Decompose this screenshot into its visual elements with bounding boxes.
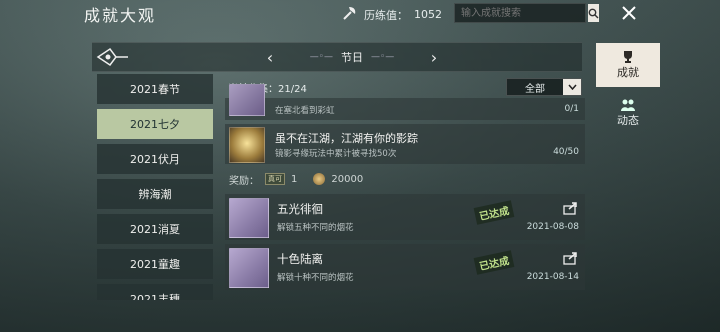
close-icon: [622, 6, 636, 20]
sidebar-item-bianhaichao[interactable]: 辨海潮: [97, 179, 213, 209]
sidebar-item-label: 2021七夕: [130, 118, 180, 131]
experience-label: 历练值：: [364, 8, 408, 22]
festival-sidebar: 2021春节 2021七夕 2021伏月 辨海潮 2021消夏 2021童趣 2…: [97, 74, 213, 300]
tab-activity[interactable]: 动态: [596, 91, 660, 135]
prev-category-button[interactable]: ‹: [262, 48, 278, 67]
sidebar-item-fuyue[interactable]: 2021伏月: [97, 144, 213, 174]
people-icon: [621, 99, 635, 111]
category-header: ‹ —◦— 节日 —◦— ›: [92, 42, 582, 72]
completed-stamp: 已达成: [473, 200, 515, 225]
list-item[interactable]: 虽不在江湖，江湖有你的影踪 镜影寻缘玩法中累计被寻找50次 40/50: [225, 124, 585, 164]
list-item[interactable]: 在塞北看到彩虹 0/1: [225, 84, 585, 120]
list-item[interactable]: 十色陆离 解锁十种不同的烟花 已达成 2021-08-14: [225, 244, 585, 290]
category-label-group: —◦— 节日 —◦—: [310, 49, 395, 65]
page-title: 成就大观: [84, 6, 157, 25]
sidebar-item-tongqu[interactable]: 2021童趣: [97, 249, 213, 279]
trophy-icon: [624, 51, 632, 63]
sidebar-item-label: 2021春节: [130, 83, 180, 96]
search-box: [454, 3, 599, 23]
tab-achievements-label: 成就: [617, 66, 639, 79]
achievement-list: 当前收集：21/24 全部 在塞北看到彩虹 0/1 虽不在江湖，江湖有你的影踪 …: [225, 76, 585, 306]
share-icon: [563, 252, 577, 265]
next-category-button[interactable]: ›: [426, 48, 442, 67]
achievement-name: 虽不在江湖，江湖有你的影踪: [275, 132, 418, 145]
sidebar-item-fengsui[interactable]: 2021丰穗: [97, 284, 213, 300]
emblem-icon: [94, 45, 130, 69]
lantern-icon: [229, 127, 265, 163]
share-button[interactable]: [563, 250, 579, 265]
share-icon: [563, 202, 577, 215]
search-input[interactable]: [455, 6, 588, 20]
sidebar-item-label: 2021丰穗: [130, 293, 180, 300]
sidebar-item-spring[interactable]: 2021春节: [97, 74, 213, 104]
share-button[interactable]: [563, 200, 579, 215]
sidebar-item-label: 2021消夏: [130, 223, 180, 236]
achievement-progress: 0/1: [564, 104, 579, 114]
firework-icon: [229, 198, 269, 238]
reward-label: 奖励：: [229, 175, 259, 187]
sidebar-item-label: 2021伏月: [130, 153, 180, 166]
tab-activity-label: 动态: [617, 114, 639, 127]
achievement-icon: [229, 84, 265, 116]
chevron-down-icon: [563, 79, 581, 95]
tab-achievements[interactable]: 成就: [596, 43, 660, 87]
reward-item-count: 1: [291, 173, 298, 185]
achievement-date: 2021-08-14: [526, 272, 579, 282]
achievement-desc: 解锁五种不同的烟花: [277, 223, 354, 233]
firework-icon: [229, 248, 269, 288]
sidebar-item-label: 2021童趣: [130, 258, 180, 271]
sidebar-item-label: 辨海潮: [138, 188, 172, 201]
search-button[interactable]: [588, 4, 599, 22]
reward-coin-value: 20000: [331, 173, 364, 185]
right-tabs: 成就 动态: [596, 43, 660, 139]
list-header: 当前收集：21/24 全部: [225, 76, 585, 98]
sidebar-item-qixi[interactable]: 2021七夕: [97, 109, 213, 139]
reward-item-tag: 真可: [265, 173, 285, 185]
list-item[interactable]: 五光徘徊 解锁五种不同的烟花 已达成 2021-08-08: [225, 194, 585, 240]
axe-icon: [340, 4, 358, 25]
achievement-date: 2021-08-08: [526, 222, 579, 232]
experience-value: 1052: [414, 8, 442, 21]
sidebar-item-xiaoxia[interactable]: 2021消夏: [97, 214, 213, 244]
completed-stamp: 已达成: [473, 250, 515, 275]
reward-row: 奖励： 真可 1 20000: [225, 168, 585, 190]
achievement-desc: 镜影寻缘玩法中累计被寻找50次: [275, 149, 397, 159]
achievement-name: 十色陆离: [277, 252, 323, 266]
filter-dropdown[interactable]: 全部: [506, 78, 582, 96]
achievement-name: 五光徘徊: [277, 202, 323, 216]
search-icon: [588, 8, 599, 18]
category-label: 节日: [341, 51, 363, 64]
close-button[interactable]: [620, 4, 638, 22]
achievement-progress: 40/50: [553, 147, 579, 157]
divider-left: —◦—: [309, 52, 333, 62]
achievement-desc: 在塞北看到彩虹: [275, 106, 335, 116]
coin-icon: [313, 173, 326, 185]
divider-right: —◦—: [371, 52, 395, 62]
experience-display: 历练值： 1052: [340, 4, 442, 25]
category-nav: ‹ —◦— 节日 —◦— ›: [262, 47, 442, 67]
filter-value: 全部: [525, 83, 545, 95]
achievement-desc: 解锁十种不同的烟花: [277, 273, 354, 283]
